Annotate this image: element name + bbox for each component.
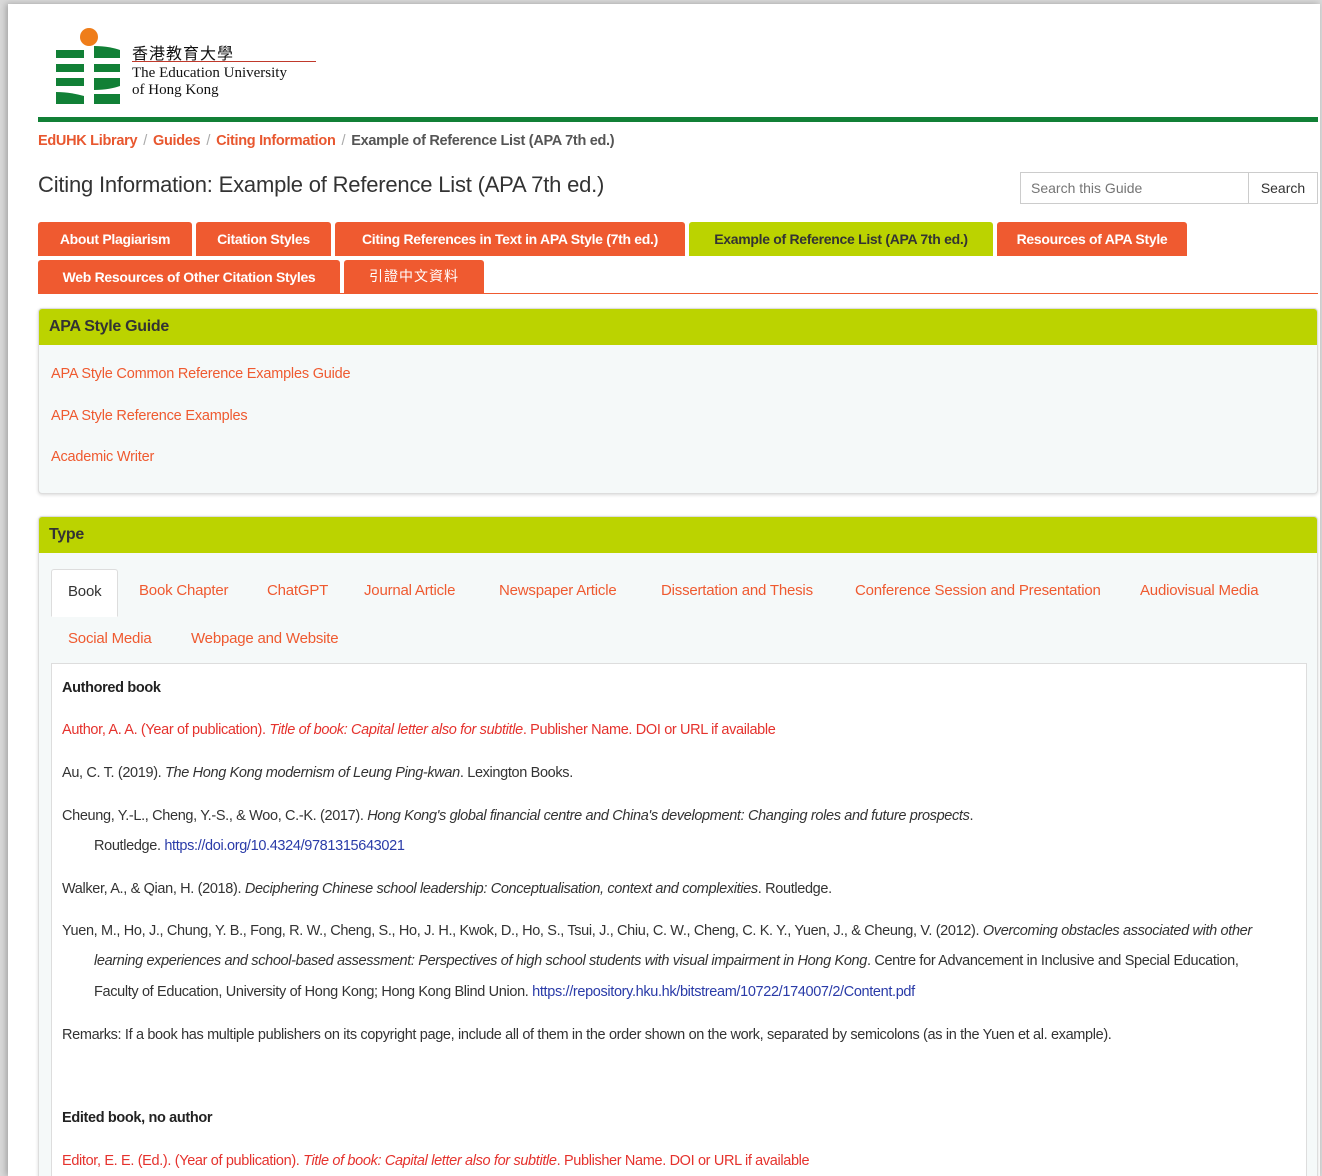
page-title: Citing Information: Example of Reference… <box>38 172 605 197</box>
breadcrumb: EdUHK Library / Guides / Citing Information /… <box>38 133 615 149</box>
authored-book-heading: Authored book <box>62 680 161 696</box>
ref-walker-title: Deciphering Chinese school leadership: C… <box>244 881 758 897</box>
search-button[interactable]: Search <box>1248 172 1318 204</box>
edited-book-template: Editor, E. E. (Ed.). (Year of publicatio… <box>62 1153 810 1169</box>
logo-english-line1: The Education University <box>132 65 287 81</box>
ref-yuen-title-part2: learning experiences and school-based as… <box>94 953 867 969</box>
ref-cheung-authors: Cheung, Y.-L., Cheng, Y.-S., & Woo, C.-K… <box>62 808 368 824</box>
ref-cheung-title: Hong Kong's global financial centre and … <box>367 808 970 824</box>
ref-yuen-publisher-part2: Faculty of Education, University of Hong… <box>94 984 533 1000</box>
reference-cheung: Cheung, Y.-L., Cheng, Y.-S., & Woo, C.-K… <box>62 808 973 824</box>
breadcrumb-separator: / <box>206 133 211 149</box>
link-apa-common-reference-examples[interactable]: APA Style Common Reference Examples Guid… <box>51 366 351 382</box>
template-author-part: Author, A. A. (Year of publication). <box>62 722 270 738</box>
ref-cheung-publisher: Routledge. <box>94 838 165 854</box>
tabs-underline <box>38 293 1318 294</box>
subtab-journal-article[interactable]: Journal Article <box>364 582 455 599</box>
subtab-book[interactable]: Book <box>51 569 119 617</box>
subtab-book-chapter[interactable]: Book Chapter <box>139 582 229 599</box>
subtab-webpage-website[interactable]: Webpage and Website <box>191 630 339 647</box>
subtab-chatgpt[interactable]: ChatGPT <box>267 582 328 599</box>
subtab-social-media[interactable]: Social Media <box>68 630 152 647</box>
ref-walker-publisher: . Routledge. <box>757 881 832 897</box>
eduhk-logo-icon <box>56 28 120 104</box>
logo-english-line2: of Hong Kong <box>132 82 219 98</box>
ref-au-title: The Hong Kong modernism of Leung Ping-kw… <box>165 765 460 781</box>
authored-book-template: Author, A. A. (Year of publication). Tit… <box>62 722 776 738</box>
template-title-part: Title of book: Capital letter also for s… <box>269 722 523 738</box>
breadcrumb-separator: / <box>341 133 346 149</box>
edited-book-heading: Edited book, no author <box>62 1110 213 1126</box>
template-publisher-part: . Publisher Name. DOI or URL if availabl… <box>522 722 776 738</box>
subtab-audiovisual-media[interactable]: Audiovisual Media <box>1140 582 1259 599</box>
reference-au: Au, C. T. (2019). The Hong Kong modernis… <box>62 765 573 781</box>
ref-yuen-title-part1: Overcoming obstacles associated with oth… <box>982 923 1252 939</box>
ref-yuen-publisher-part1: . Centre for Advancement in Inclusive an… <box>866 953 1239 969</box>
reference-cheung-continued: Routledge. https://doi.org/10.4324/97813… <box>94 838 405 854</box>
ref-cheung-doi-link[interactable]: https://doi.org/10.4324/9781315643021 <box>164 838 405 854</box>
logo-divider <box>132 61 316 62</box>
subtab-newspaper-article[interactable]: Newspaper Article <box>499 582 617 599</box>
book-tab-panel: Authored book Author, A. A. (Year of pub… <box>51 663 1307 1176</box>
ref-yuen-authors: Yuen, M., Ho, J., Chung, Y. B., Fong, R.… <box>62 923 983 939</box>
tab-resources-apa-style[interactable]: Resources of APA Style <box>997 222 1187 256</box>
tab-citation-styles[interactable]: Citation Styles <box>196 222 331 256</box>
remarks-text: Remarks: If a book has multiple publishe… <box>62 1027 1112 1043</box>
template-title-part: Title of book: Capital letter also for s… <box>303 1153 557 1169</box>
apa-style-guide-box: APA Style Guide APA Style Common Referen… <box>38 308 1318 494</box>
reference-yuen: Yuen, M., Ho, J., Chung, Y. B., Fong, R.… <box>62 923 1252 939</box>
reference-walker: Walker, A., & Qian, H. (2018). Decipheri… <box>62 881 832 897</box>
reference-type-tabs: Book Book Chapter ChatGPT Journal Articl… <box>51 569 1307 665</box>
tab-example-reference-list[interactable]: Example of Reference List (APA 7th ed.) <box>689 222 993 256</box>
reference-yuen-line2: learning experiences and school-based as… <box>94 953 1239 969</box>
type-box: Type Book Book Chapter ChatGPT Journal A… <box>38 516 1318 1176</box>
tab-citing-chinese[interactable]: 引證中文資料 <box>344 260 484 294</box>
ref-au-publisher: . Lexington Books. <box>459 765 573 781</box>
eduhk-logo[interactable]: 香港教育大學 The Education University of Hong … <box>54 28 316 104</box>
breadcrumb-citing-information[interactable]: Citing Information <box>216 133 336 149</box>
tab-about-plagiarism[interactable]: About Plagiarism <box>38 222 192 256</box>
search-input[interactable] <box>1020 172 1248 204</box>
subtab-conference-session[interactable]: Conference Session and Presentation <box>855 582 1101 599</box>
ref-au-authors: Au, C. T. (2019). <box>62 765 166 781</box>
subtab-dissertation-thesis[interactable]: Dissertation and Thesis <box>661 582 813 599</box>
ref-walker-authors: Walker, A., & Qian, H. (2018). <box>62 881 245 897</box>
apa-style-guide-heading: APA Style Guide <box>39 309 1317 345</box>
reference-yuen-line3: Faculty of Education, University of Hong… <box>94 984 915 1000</box>
header-divider <box>38 117 1318 122</box>
template-editor-part: Editor, E. E. (Ed.). (Year of publicatio… <box>62 1153 304 1169</box>
breadcrumb-current: Example of Reference List (APA 7th ed.) <box>351 133 615 149</box>
browser-page: 香港教育大學 The Education University of Hong … <box>8 4 1320 1176</box>
link-apa-reference-examples[interactable]: APA Style Reference Examples <box>51 408 248 424</box>
ref-yuen-url-link[interactable]: https://repository.hku.hk/bitstream/1072… <box>532 984 915 1000</box>
breadcrumb-eduhk-library[interactable]: EdUHK Library <box>38 133 138 149</box>
link-academic-writer[interactable]: Academic Writer <box>51 449 154 465</box>
tab-citing-references-in-text[interactable]: Citing References in Text in APA Style (… <box>335 222 685 256</box>
breadcrumb-guides[interactable]: Guides <box>153 133 201 149</box>
type-heading: Type <box>39 517 1317 553</box>
template-publisher-part: . Publisher Name. DOI or URL if availabl… <box>556 1153 810 1169</box>
breadcrumb-separator: / <box>143 133 147 149</box>
tab-web-resources-other-styles[interactable]: Web Resources of Other Citation Styles <box>38 260 340 294</box>
ref-cheung-period: . <box>969 808 974 824</box>
